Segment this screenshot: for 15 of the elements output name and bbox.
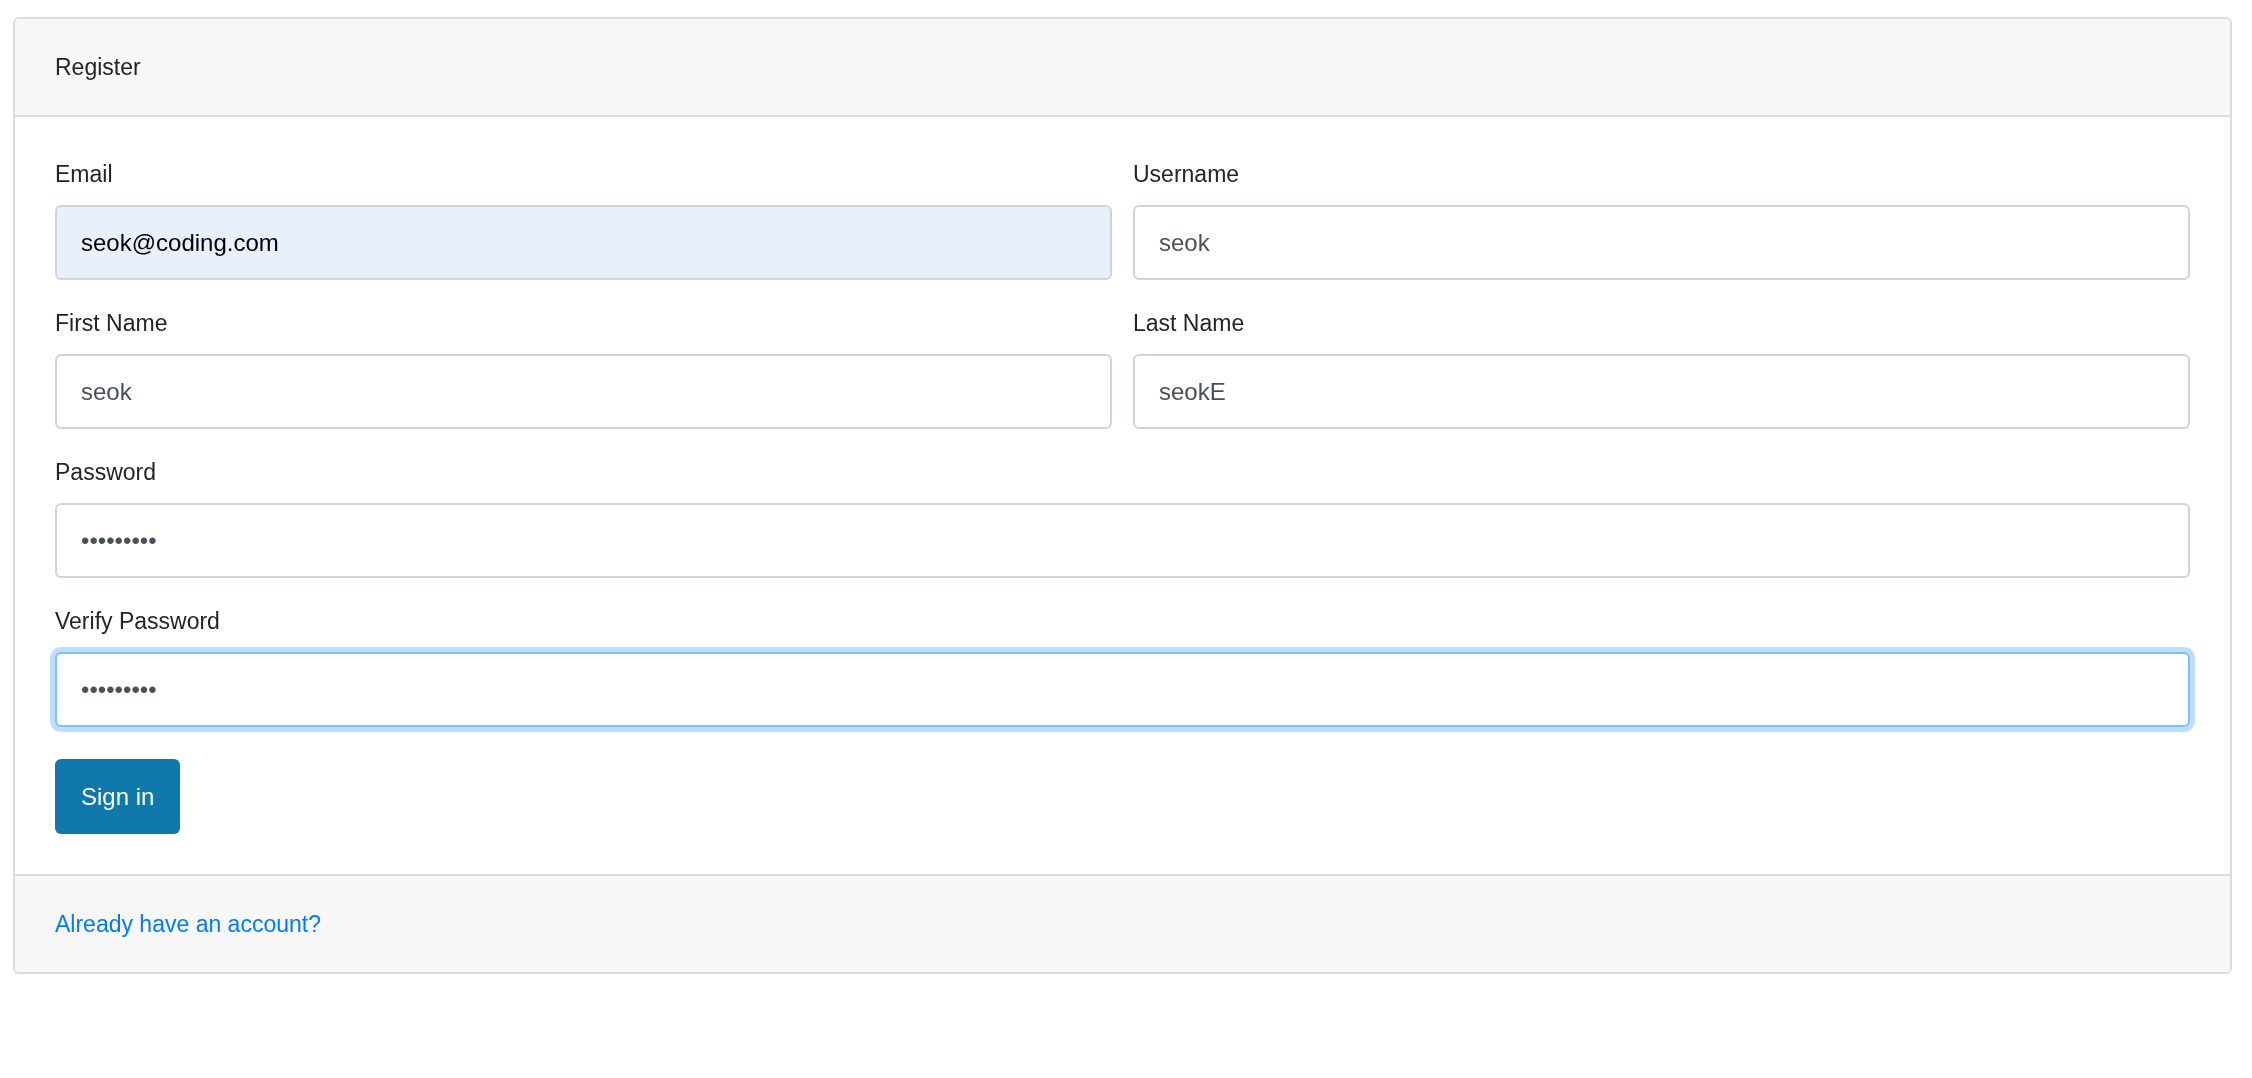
input-field[interactable]: ••••••••• <box>55 652 2190 727</box>
field-label: Password <box>55 459 157 486</box>
field-label: Verify Password <box>55 608 221 635</box>
field-label: First Name <box>55 310 169 337</box>
card-title: Register <box>55 53 141 81</box>
field-label: Last Name <box>1133 310 1246 337</box>
field-label: Username <box>1133 161 1241 188</box>
account-link[interactable]: Already have an account? <box>55 910 321 938</box>
input-field[interactable]: seok <box>55 354 1112 429</box>
input-field[interactable]: seok@coding.com <box>55 205 1112 280</box>
input-field[interactable]: seokE <box>1133 354 2190 429</box>
sign-in-button[interactable]: Sign in <box>55 759 181 834</box>
input-field[interactable]: seok <box>1133 205 2190 280</box>
field-label: Email <box>55 161 114 188</box>
input-field[interactable]: ••••••••• <box>55 503 2190 578</box>
